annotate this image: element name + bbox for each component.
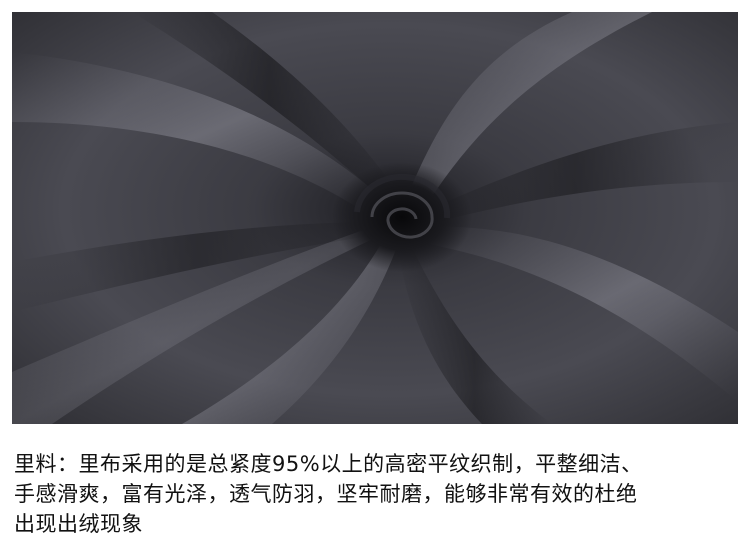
caption-line-2: 手感滑爽，富有光泽，透气防羽，坚牢耐磨，能够非常有效的杜绝 [14, 482, 638, 506]
fabric-swirl-icon [12, 12, 738, 424]
fabric-description: 里料：里布采用的是总紧度95%以上的高密平纹织制，平整细洁、 手感滑爽，富有光泽… [14, 449, 736, 539]
caption-line-1: 里料：里布采用的是总紧度95%以上的高密平纹织制，平整细洁、 [14, 452, 643, 476]
caption-line-3: 出现出绒现象 [14, 512, 143, 536]
fabric-swirl-photo [12, 12, 738, 424]
